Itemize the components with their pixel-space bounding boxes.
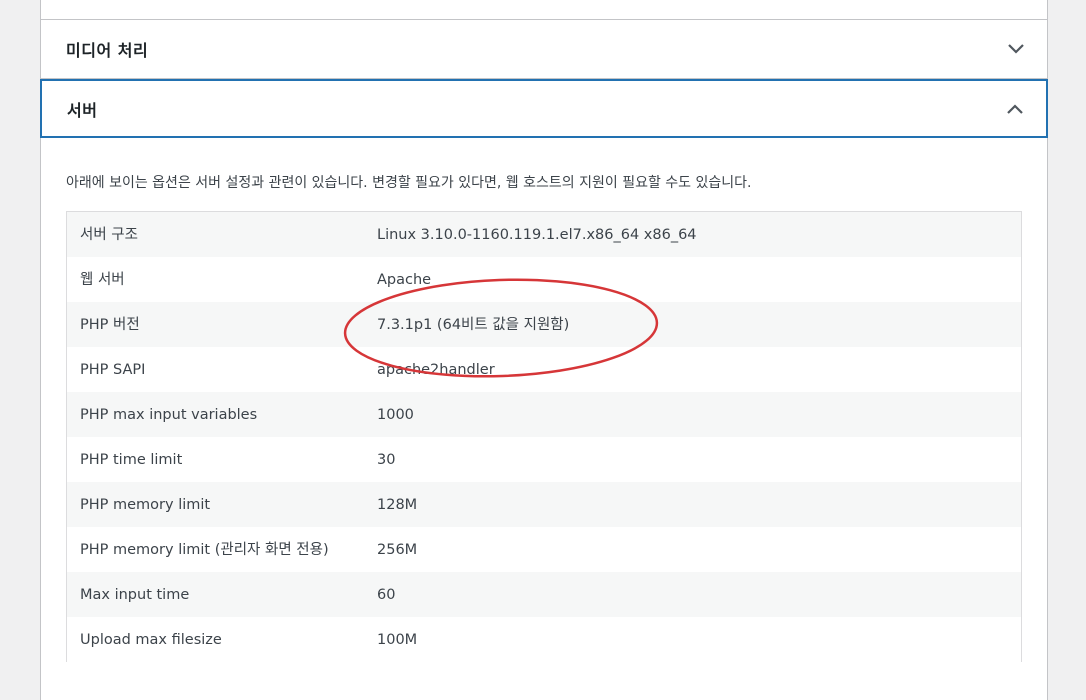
chevron-up-icon: [1007, 103, 1023, 114]
row-value: Apache: [364, 257, 1022, 302]
row-value: 1000: [364, 392, 1022, 437]
row-value: 7.3.1p1 (64비트 값을 지원함): [364, 302, 1022, 347]
table-row: PHP memory limit 128M: [66, 482, 1022, 527]
table-row: PHP 버전 7.3.1p1 (64비트 값을 지원함): [66, 302, 1022, 347]
server-section-description: 아래에 보이는 옵션은 서버 설정과 관련이 있습니다. 변경할 필요가 있다면…: [66, 175, 752, 191]
site-health-info-panel: 미디어 처리 서버 아래에 보이는 옵션은 서버 설정과 관련이 있습니다. 변…: [40, 0, 1048, 700]
accordion-media-title: 미디어 처리: [66, 41, 149, 60]
chevron-down-icon: [1008, 44, 1024, 54]
row-key: Max input time: [66, 572, 364, 617]
table-row: PHP max input variables 1000: [66, 392, 1022, 437]
table-row: Max input time 60: [66, 572, 1022, 617]
row-key: PHP max input variables: [66, 392, 364, 437]
row-value: apache2handler: [364, 347, 1022, 392]
row-value: Linux 3.10.0-1160.119.1.el7.x86_64 x86_6…: [364, 211, 1022, 257]
row-key: PHP SAPI: [66, 347, 364, 392]
row-value: 100M: [364, 617, 1022, 662]
row-key: PHP time limit: [66, 437, 364, 482]
table-row: Upload max filesize 100M: [66, 617, 1022, 662]
row-value: 256M: [364, 527, 1022, 572]
table-row: PHP time limit 30: [66, 437, 1022, 482]
server-info-table: 서버 구조 Linux 3.10.0-1160.119.1.el7.x86_64…: [66, 211, 1022, 662]
table-row: 서버 구조 Linux 3.10.0-1160.119.1.el7.x86_64…: [66, 211, 1022, 257]
row-value: 30: [364, 437, 1022, 482]
accordion-server-title: 서버: [67, 100, 98, 120]
accordion-media-handling[interactable]: 미디어 처리: [41, 20, 1047, 79]
row-key: 웹 서버: [66, 257, 364, 302]
row-key: Upload max filesize: [66, 617, 364, 662]
row-value: 60: [364, 572, 1022, 617]
row-key: 서버 구조: [66, 211, 364, 257]
row-key: PHP memory limit: [66, 482, 364, 527]
previous-section-bottom: [41, 0, 1047, 20]
table-row: PHP memory limit (관리자 화면 전용) 256M: [66, 527, 1022, 572]
table-row: 웹 서버 Apache: [66, 257, 1022, 302]
row-value: 128M: [364, 482, 1022, 527]
table-row: PHP SAPI apache2handler: [66, 347, 1022, 392]
row-key: PHP memory limit (관리자 화면 전용): [66, 527, 364, 572]
row-key: PHP 버전: [66, 302, 364, 347]
accordion-server[interactable]: 서버: [40, 79, 1048, 138]
